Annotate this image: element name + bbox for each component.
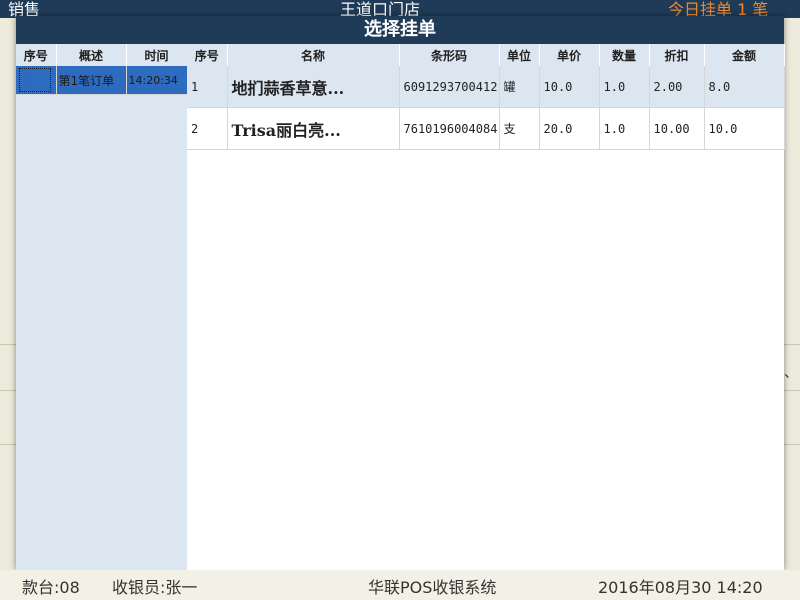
item-quantity: 1.0 [599, 107, 650, 150]
orders-header-row: 序号 概述 时间 [16, 44, 188, 66]
divider [784, 390, 800, 391]
item-amount: 10.0 [704, 107, 785, 150]
order-index: 1 [16, 66, 57, 95]
item-name: Trisa丽白亮... [227, 107, 400, 150]
item-barcode: 7610196004084 [399, 107, 500, 150]
datetime: 2016年08月30 14:20 [598, 578, 763, 597]
divider [784, 344, 800, 345]
orders-table: 序号 概述 时间 1 第1笔订单 14:20:34 [16, 44, 188, 95]
divider [784, 444, 800, 445]
system-name: 华联POS收银系统 [368, 578, 497, 597]
order-summary: 第1笔订单 [56, 66, 127, 95]
item-index: 1 [187, 66, 228, 108]
column-header-barcode: 条形码 [399, 44, 500, 66]
item-row[interactable]: 2 Trisa丽白亮... 7610196004084 支 20.0 1.0 1… [187, 107, 785, 150]
item-price: 10.0 [539, 66, 600, 108]
column-header-index: 序号 [16, 44, 57, 66]
order-index-value: 1 [19, 68, 51, 92]
item-index: 2 [187, 107, 228, 150]
item-discount: 10.00 [649, 107, 705, 150]
status-bar: 款台:08 收银员:张一 华联POS收银系统 2016年08月30 14:20 [0, 570, 800, 600]
background-panel-right [784, 18, 800, 570]
item-discount: 2.00 [649, 66, 705, 108]
item-name: 地扪蒜香草意... [227, 66, 400, 108]
item-quantity: 1.0 [599, 66, 650, 108]
divider [0, 444, 16, 445]
items-panel: 序号 名称 条形码 单位 单价 数量 折扣 金额 1 地扪蒜香草意... 609… [187, 44, 785, 570]
item-amount: 8.0 [704, 66, 785, 108]
item-unit: 罐 [499, 66, 540, 108]
register-number: 款台:08 [22, 578, 80, 597]
divider [0, 390, 16, 391]
column-header-summary: 概述 [56, 44, 127, 66]
background-panel-left [0, 18, 16, 570]
divider [0, 344, 16, 345]
column-header-index: 序号 [187, 44, 228, 66]
column-header-time: 时间 [126, 44, 188, 66]
column-header-unit: 单位 [499, 44, 540, 66]
held-orders-dialog: 选择挂单 序号 概述 时间 1 第1笔订单 14:20:34 序号 名称 条形码… [16, 16, 785, 570]
order-time: 14:20:34 [126, 66, 188, 95]
item-price: 20.0 [539, 107, 600, 150]
column-header-discount: 折扣 [649, 44, 705, 66]
items-header-row: 序号 名称 条形码 单位 单价 数量 折扣 金额 [187, 44, 785, 66]
column-header-name: 名称 [227, 44, 400, 66]
column-header-quantity: 数量 [599, 44, 650, 66]
item-barcode: 6091293700412 [399, 66, 500, 108]
dialog-title: 选择挂单 [16, 16, 784, 44]
orders-panel: 序号 概述 时间 1 第1笔订单 14:20:34 [16, 44, 188, 570]
order-row[interactable]: 1 第1笔订单 14:20:34 [16, 66, 188, 95]
item-row[interactable]: 1 地扪蒜香草意... 6091293700412 罐 10.0 1.0 2.0… [187, 66, 785, 108]
item-unit: 支 [499, 107, 540, 150]
items-table: 序号 名称 条形码 单位 单价 数量 折扣 金额 1 地扪蒜香草意... 609… [187, 44, 785, 150]
background-glyph: 、 [784, 365, 798, 381]
cashier-name: 收银员:张一 [112, 578, 198, 597]
column-header-price: 单价 [539, 44, 600, 66]
column-header-amount: 金额 [704, 44, 785, 66]
